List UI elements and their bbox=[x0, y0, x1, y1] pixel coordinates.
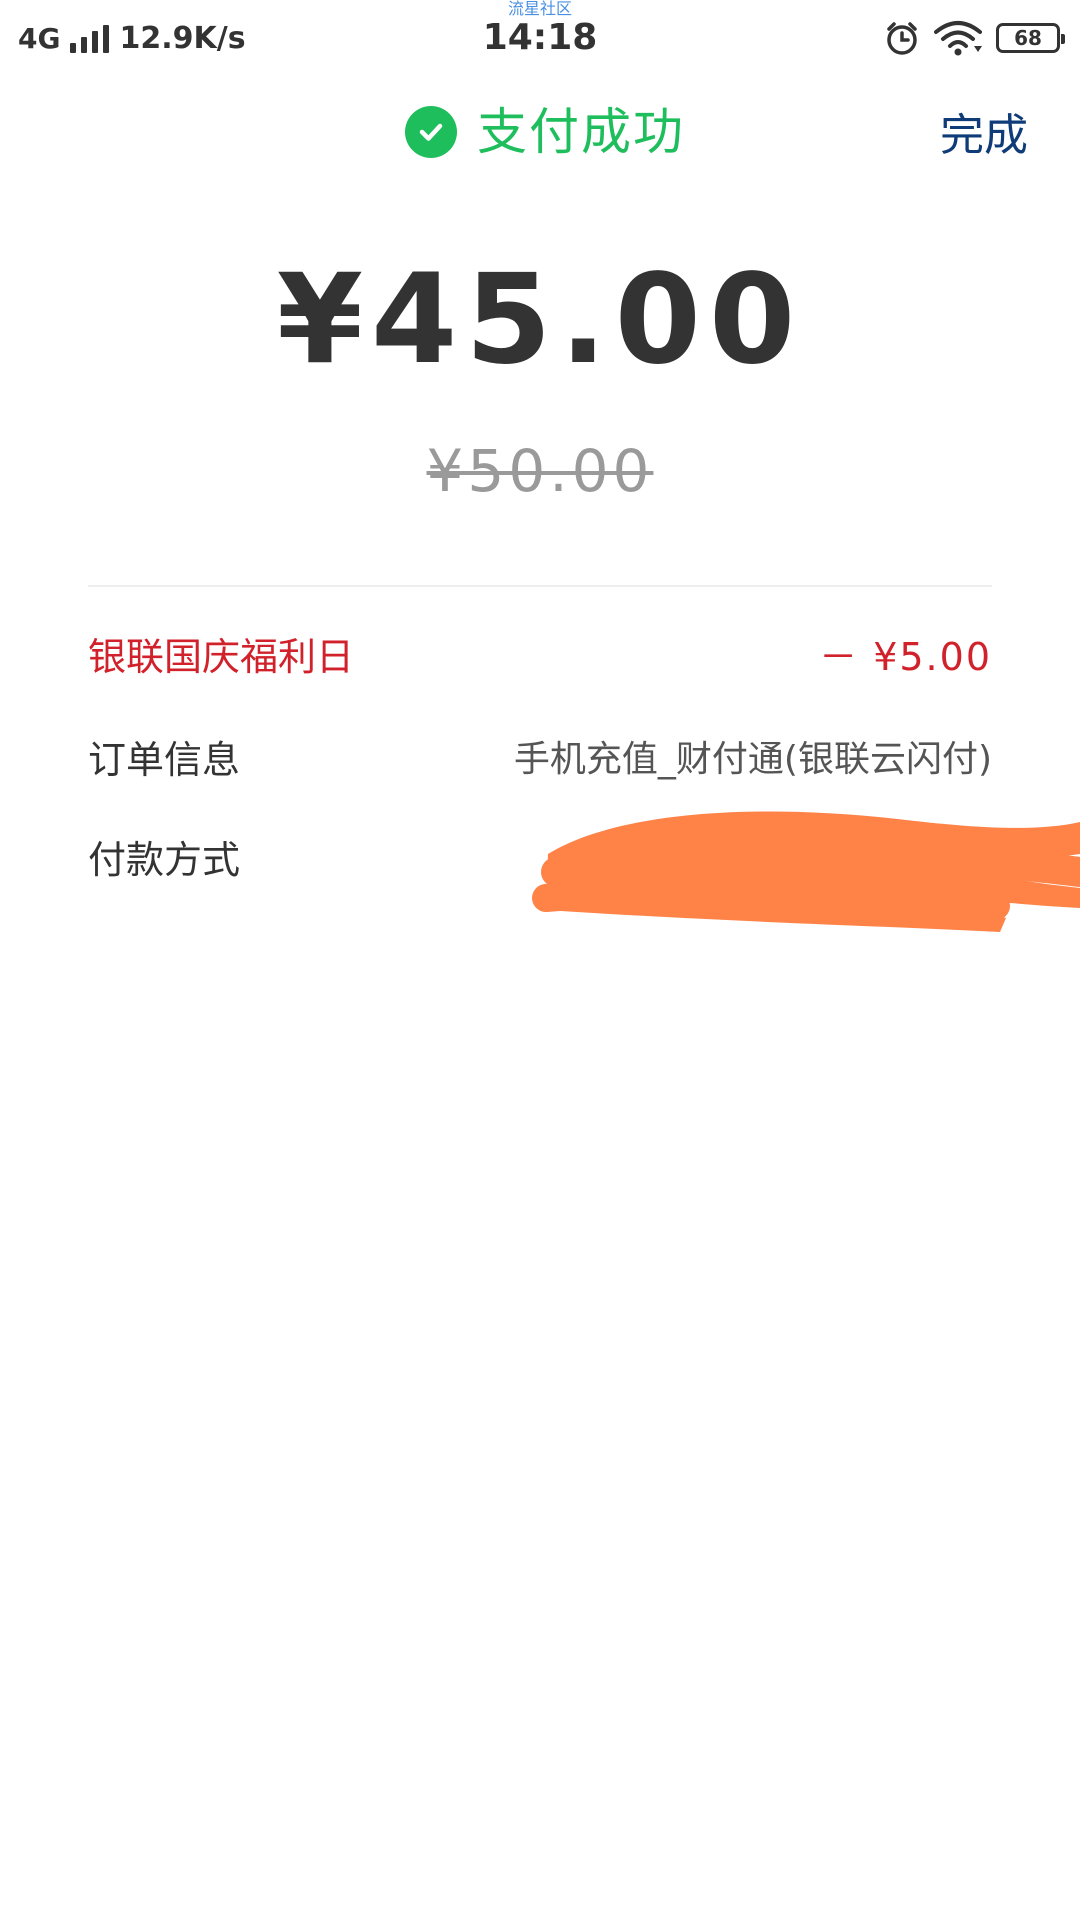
header: 支付成功 完成 bbox=[0, 96, 1080, 176]
original-amount-text: ¥50.00 bbox=[426, 437, 654, 505]
wifi-icon bbox=[934, 21, 982, 56]
battery-icon: 68 bbox=[996, 23, 1065, 53]
status-right: 68 bbox=[884, 16, 1065, 60]
done-button[interactable]: 完成 bbox=[940, 108, 1028, 164]
status-bar: 流星社区 4G 12.9K/s 14:18 68 bbox=[0, 0, 1080, 78]
redaction-mark bbox=[532, 811, 1080, 932]
title-text: 支付成功 bbox=[477, 103, 685, 161]
page-title: 支付成功 bbox=[405, 100, 685, 164]
order-info-value: 手机充值_财付通(银联云闪付) bbox=[513, 739, 992, 780]
alarm-icon bbox=[887, 22, 917, 55]
promo-value: － ¥5.00 bbox=[819, 634, 992, 679]
paid-amount: ¥45.00 bbox=[276, 248, 804, 392]
original-amount: ¥50.00 bbox=[0, 436, 1080, 506]
order-info-row: 订单信息 手机充值_财付通(银联云闪付) bbox=[88, 726, 992, 786]
battery-level: 68 bbox=[1014, 26, 1042, 50]
order-info-label: 订单信息 bbox=[88, 737, 241, 782]
promo-row: 银联国庆福利日 － ¥5.00 bbox=[88, 623, 992, 683]
divider bbox=[88, 585, 992, 587]
payment-method-label: 付款方式 bbox=[88, 837, 241, 882]
promo-label: 银联国庆福利日 bbox=[88, 634, 355, 679]
success-check-icon bbox=[405, 106, 457, 158]
